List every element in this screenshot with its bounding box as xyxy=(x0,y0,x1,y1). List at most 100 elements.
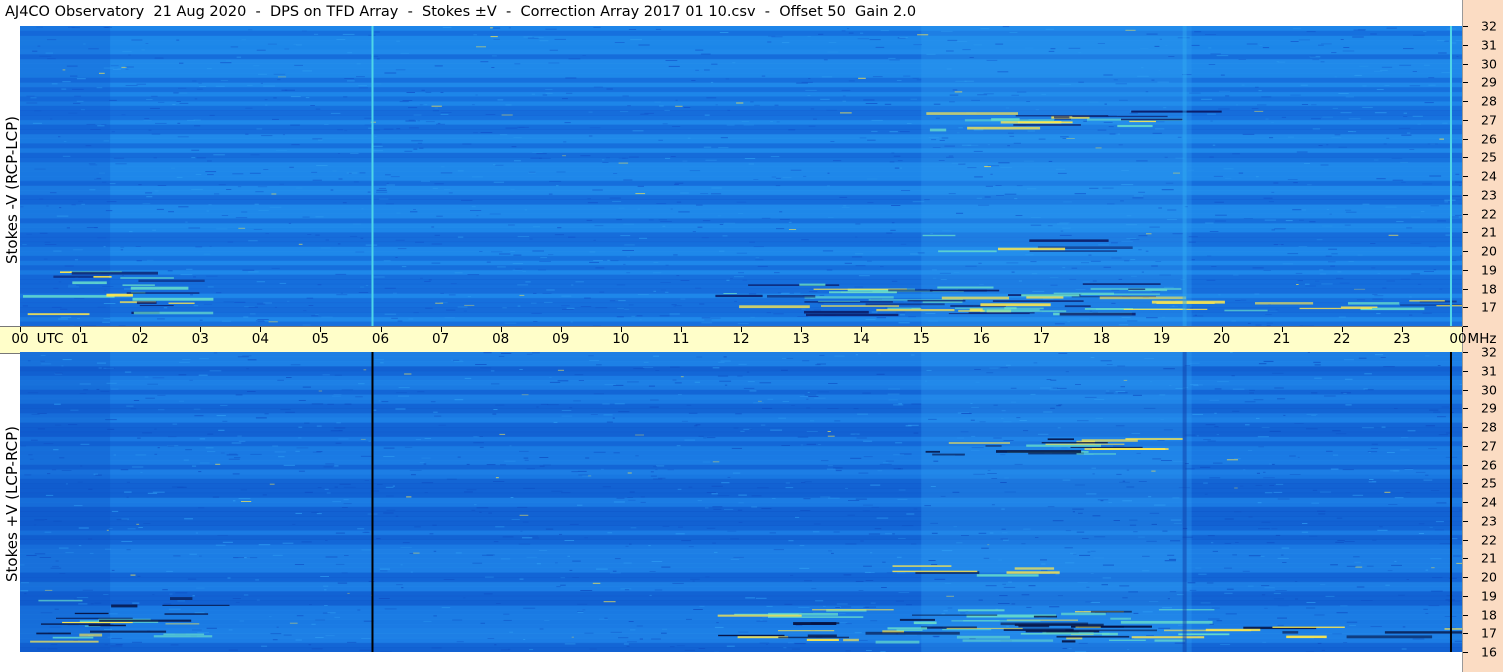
heatmap-speckle xyxy=(1195,567,1202,569)
heatmap-speckle xyxy=(601,468,604,470)
heatmap-speckle xyxy=(33,524,37,526)
heatmap-speckle xyxy=(226,189,232,190)
heatmap-speckle xyxy=(401,587,404,589)
heatmap-speckle xyxy=(61,470,72,471)
heatmap-speckle xyxy=(1357,29,1366,31)
heatmap-speckle xyxy=(897,131,910,133)
heatmap-band xyxy=(20,473,1462,480)
emission-streak xyxy=(62,621,133,624)
heatmap-speckle xyxy=(698,648,706,649)
heatmap-speckle xyxy=(882,561,886,563)
heatmap-speckle xyxy=(771,176,777,178)
heatmap-speckle xyxy=(510,497,514,498)
heatmap-speckle xyxy=(1354,561,1362,563)
heatmap-speckle xyxy=(419,462,425,464)
heatmap-speckle xyxy=(473,132,478,134)
heatmap-speckle xyxy=(324,589,327,591)
heatmap-wash xyxy=(20,26,111,326)
heatmap-speckle xyxy=(770,156,780,158)
heatmap-speckle xyxy=(183,459,189,461)
freq-tick-label: 24 xyxy=(1481,168,1497,184)
heatmap-speckle xyxy=(564,540,575,541)
heatmap-speckle xyxy=(115,163,127,165)
heatmap-speckle xyxy=(443,579,455,580)
heatmap-speckle xyxy=(1146,317,1158,319)
heatmap-speckle xyxy=(126,481,130,483)
heatmap-speckle xyxy=(177,136,189,138)
heatmap-speckle xyxy=(135,246,141,247)
heatmap-speckle xyxy=(616,284,626,286)
heatmap-speckle xyxy=(153,157,157,159)
heatmap-speckle xyxy=(419,104,423,106)
heatmap-speckle xyxy=(1268,201,1274,203)
heatmap-speckle xyxy=(1146,540,1157,542)
heatmap-speckle xyxy=(166,570,173,572)
heatmap-speckle xyxy=(953,526,957,528)
heatmap-speckle xyxy=(281,89,288,91)
heatmap-speckle xyxy=(479,251,483,252)
heatmap-speckle xyxy=(940,495,946,497)
heatmap-speckle xyxy=(960,431,969,433)
heatmap-speckle xyxy=(775,185,781,187)
emission-streak xyxy=(980,303,1051,307)
heatmap-speckle xyxy=(510,251,516,253)
heatmap-speckle xyxy=(1238,172,1244,174)
heatmap-speckle xyxy=(145,192,153,194)
heatmap-speckle xyxy=(714,551,718,553)
heatmap-speckle xyxy=(653,355,660,357)
heatmap-speckle xyxy=(344,555,349,556)
freq-tick-mark xyxy=(1463,82,1468,84)
heatmap-speckle xyxy=(1330,468,1339,470)
heatmap-speckle xyxy=(1103,74,1113,76)
heatmap-speckle xyxy=(949,94,959,96)
heatmap-speckle xyxy=(660,289,666,291)
heatmap-speckle xyxy=(1318,145,1323,146)
heatmap-speckle xyxy=(568,58,581,60)
heatmap-speckle xyxy=(383,447,395,449)
heatmap-speckle xyxy=(192,629,202,631)
heatmap-speckle xyxy=(1218,108,1230,110)
heatmap-speckle xyxy=(249,172,261,174)
heatmap-speckle xyxy=(639,638,643,640)
heatmap-speckle xyxy=(712,461,720,463)
heatmap-speckle xyxy=(424,280,431,282)
heatmap-speckle xyxy=(400,564,403,566)
heatmap-speckle xyxy=(817,302,824,304)
heatmap-speckle xyxy=(850,457,862,459)
heatmap-speckle xyxy=(317,284,322,286)
heatmap-speckle xyxy=(519,578,524,580)
heatmap-speckle xyxy=(818,444,821,445)
heatmap-speckle xyxy=(841,30,846,32)
heatmap-speckle xyxy=(835,470,842,472)
heatmap-speckle xyxy=(575,281,584,283)
heatmap-speckle xyxy=(1074,193,1086,195)
heatmap-speckle xyxy=(1399,64,1412,66)
emission-streak xyxy=(925,450,940,453)
heatmap-speckle xyxy=(773,313,784,315)
heatmap-speckle xyxy=(467,296,471,298)
heatmap-speckle xyxy=(311,315,319,317)
heatmap-speckle xyxy=(380,651,392,652)
heatmap-speckle xyxy=(1356,299,1366,301)
emission-streak xyxy=(718,634,785,637)
heatmap-speckle xyxy=(261,135,273,137)
heatmap-speckle xyxy=(546,289,555,291)
heatmap-speckle xyxy=(256,128,263,130)
heatmap-speckle xyxy=(97,306,106,308)
heatmap-speckle xyxy=(659,105,664,107)
heatmap-speckle xyxy=(928,137,939,138)
heatmap-speckle xyxy=(545,528,554,530)
heatmap-speckle xyxy=(618,207,625,209)
heatmap-speckle xyxy=(790,169,802,171)
heatmap-speckle xyxy=(187,119,195,121)
heatmap-speckle xyxy=(1277,605,1289,607)
heatmap-speckle xyxy=(372,276,385,278)
time-tick-label: 01 xyxy=(71,331,89,347)
heatmap-speckle xyxy=(756,620,768,622)
heatmap-speckle xyxy=(893,404,904,406)
heatmap-speckle xyxy=(1242,469,1246,471)
heatmap-speckle xyxy=(380,570,388,572)
heatmap-speckle xyxy=(807,391,810,393)
freq-tick-mark xyxy=(1463,558,1468,560)
heatmap-speckle xyxy=(440,92,444,93)
